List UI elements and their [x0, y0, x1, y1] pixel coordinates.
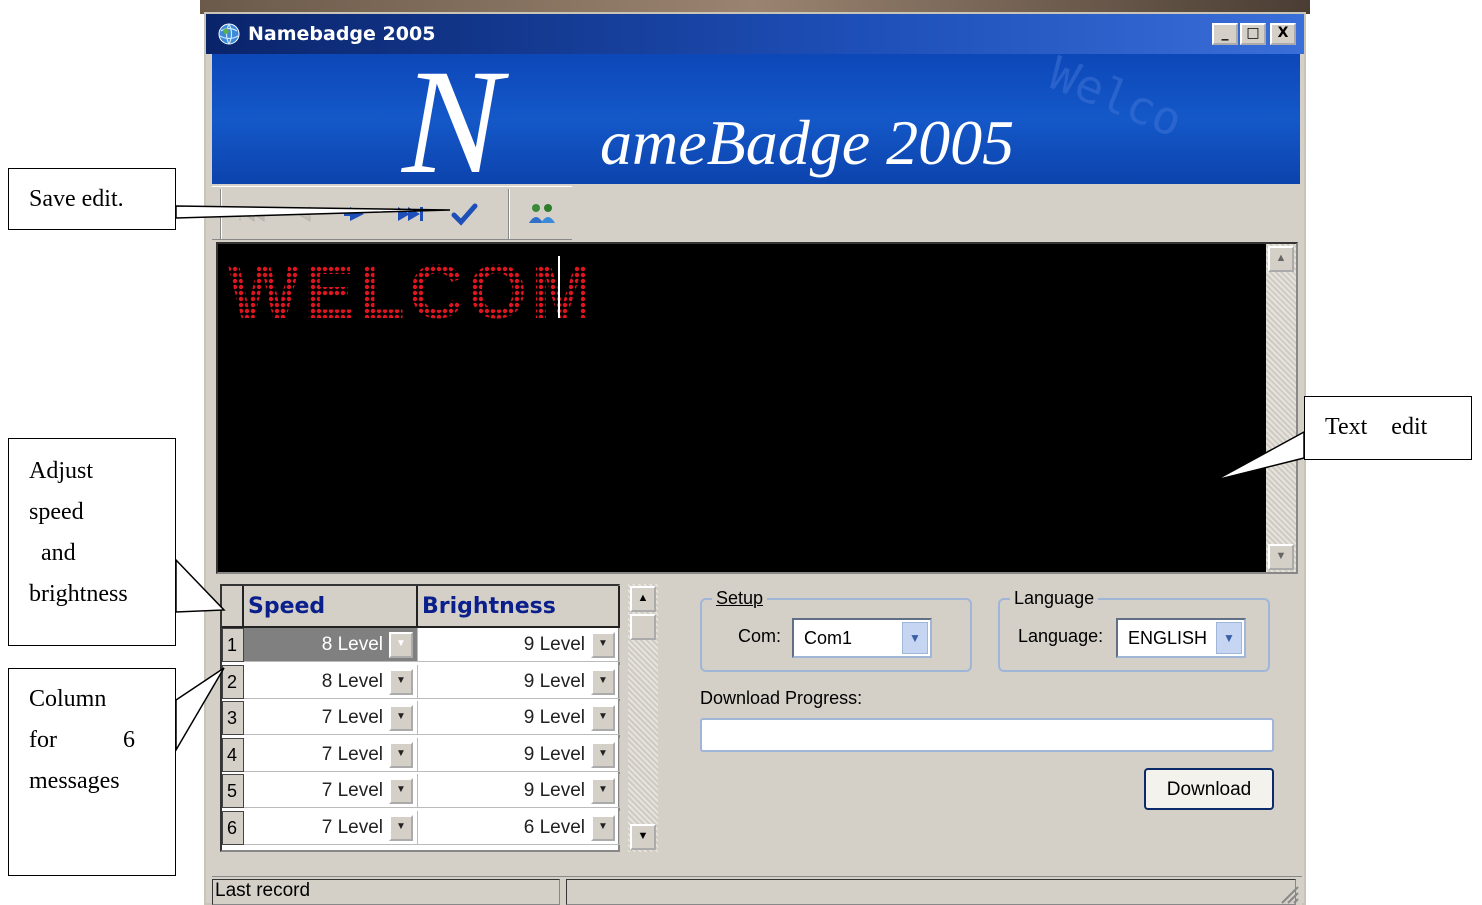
annotation-pointers [175, 205, 1305, 753]
messages-column-annotation: Column for 6 messages [8, 668, 176, 876]
save-edit-annotation-text: Save edit. [29, 186, 124, 212]
speed-brightness-annotation: Adjust speed and brightness [8, 438, 176, 646]
annotation-line: for 6 [29, 727, 135, 753]
save-edit-annotation: Save edit. [8, 168, 176, 230]
annotation-line: Column [29, 686, 107, 712]
text-edit-annotation: Text edit [1304, 396, 1472, 460]
annotation-line: Adjust [29, 458, 94, 484]
annotation-line: messages [29, 768, 120, 794]
text-edit-annotation-text: Text edit [1325, 414, 1428, 440]
annotation-line: brightness [29, 581, 128, 607]
annotation-line: and [29, 540, 76, 566]
annotation-line: speed [29, 499, 84, 525]
